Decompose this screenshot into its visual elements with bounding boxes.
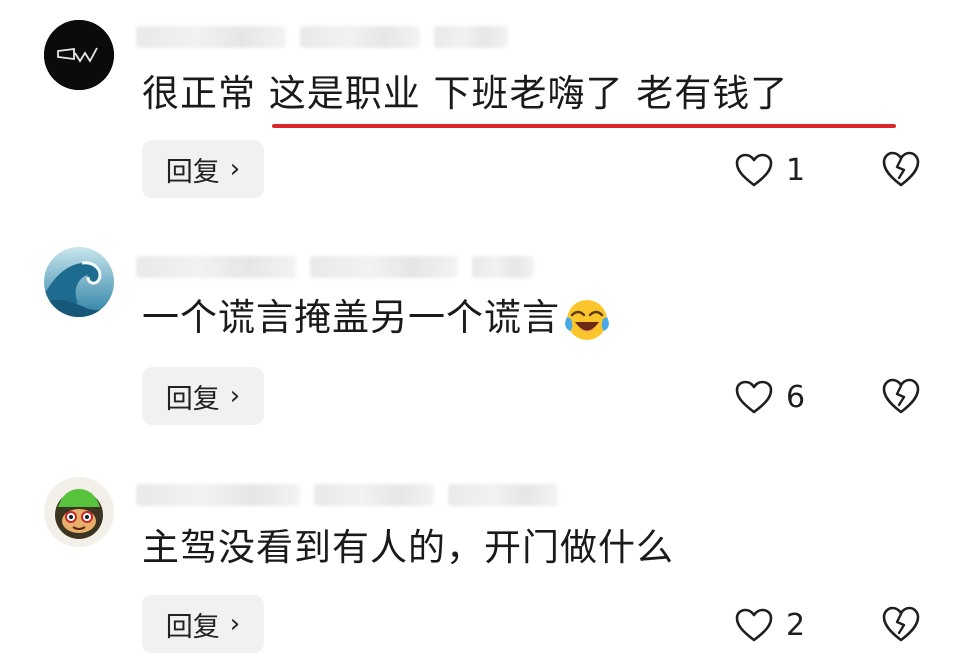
reply-button[interactable]: 回复 › xyxy=(142,367,264,425)
like-count: 1 xyxy=(786,152,806,188)
comment-text-body: 一个谎言掩盖另一个谎言 xyxy=(142,296,560,339)
reply-label: 回复 xyxy=(165,611,220,643)
heart-outline-icon xyxy=(735,153,773,187)
user-avatar[interactable] xyxy=(44,247,114,317)
dislike-button[interactable] xyxy=(881,150,921,190)
chevron-right-icon: › xyxy=(229,381,241,411)
reply-label: 回复 xyxy=(165,383,220,415)
comment-text: 一个谎言掩盖另一个谎言 xyxy=(142,296,610,343)
like-button[interactable]: 2 xyxy=(734,605,805,645)
comment-item: 很正常 这是职业 下班老嗨了 老有钱了 回复 › 1 xyxy=(0,0,960,220)
broken-heart-icon xyxy=(882,151,920,187)
wave-avatar-icon xyxy=(44,247,114,317)
monkey-avatar-icon xyxy=(44,477,114,547)
chevron-right-icon: › xyxy=(229,154,241,184)
like-count: 2 xyxy=(786,607,806,643)
username-blurred xyxy=(136,22,508,52)
dislike-button[interactable] xyxy=(881,377,921,417)
broken-heart-icon xyxy=(882,606,920,642)
reply-label: 回复 xyxy=(165,156,220,188)
like-button[interactable]: 1 xyxy=(734,150,805,190)
username-blurred xyxy=(136,480,558,510)
heart-outline-icon xyxy=(735,380,773,414)
like-button[interactable]: 6 xyxy=(734,377,805,417)
logo-avatar-icon xyxy=(44,20,114,90)
broken-heart-icon xyxy=(882,378,920,414)
user-avatar[interactable] xyxy=(44,477,114,547)
like-count: 6 xyxy=(786,379,806,415)
chevron-right-icon: › xyxy=(229,609,241,639)
comment-text: 很正常 这是职业 下班老嗨了 老有钱了 xyxy=(142,72,789,115)
comment-text: 主驾没看到有人的，开门做什么 xyxy=(142,526,674,569)
red-underline-annotation xyxy=(272,124,896,128)
dislike-button[interactable] xyxy=(881,605,921,645)
reply-button[interactable]: 回复 › xyxy=(142,140,264,198)
username-blurred xyxy=(136,252,534,282)
heart-outline-icon xyxy=(735,608,773,642)
reply-button[interactable]: 回复 › xyxy=(142,595,264,653)
laughing-crying-emoji-icon xyxy=(565,299,609,340)
user-avatar[interactable] xyxy=(44,20,114,90)
